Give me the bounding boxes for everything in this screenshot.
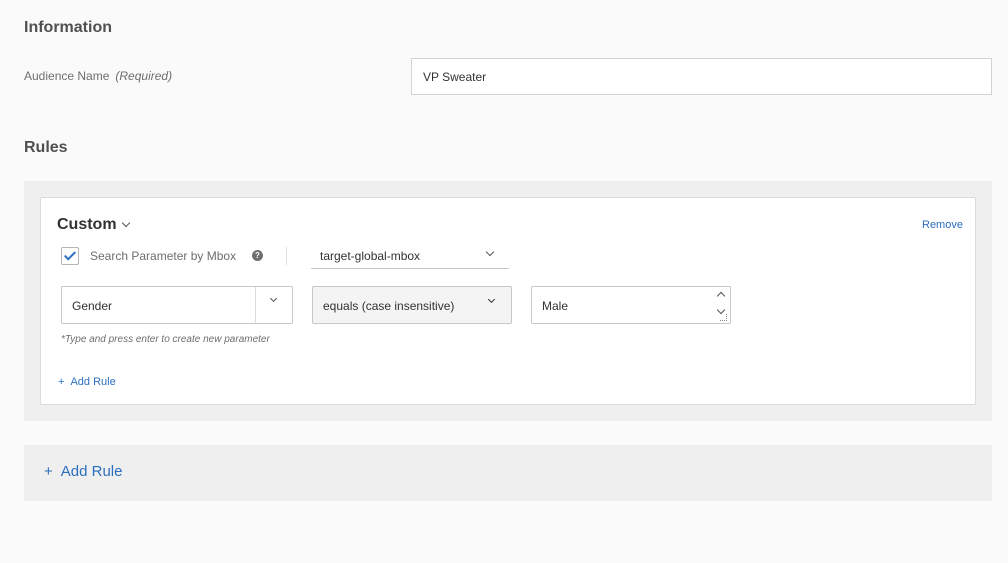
rule-type-label: Custom [57,216,117,233]
chevron-down-icon [487,295,496,304]
search-by-mbox-label: Search Parameter by Mbox [90,249,237,263]
value-spinner[interactable] [715,289,727,321]
rules-heading: Rules [24,139,68,156]
parameter-dropdown-button[interactable] [255,287,292,323]
resize-handle-icon[interactable] [720,314,727,321]
add-rule-link[interactable]: + Add Rule [58,376,116,388]
add-rule-button[interactable]: + Add Rule [44,463,122,480]
add-rule-link-label: Add Rule [70,376,116,388]
chevron-up-icon[interactable] [716,291,726,301]
operator-value: equals (case insensitive) [323,299,455,313]
audience-name-label-text: Audience Name [24,69,110,83]
parameter-hint: *Type and press enter to create new para… [61,334,270,345]
chevron-down-icon [269,294,278,303]
mbox-select-value: target-global-mbox [320,249,421,263]
match-value-field[interactable]: Male [531,286,731,324]
audience-name-label: Audience Name (Required) [24,69,172,83]
plus-icon: + [44,463,53,480]
match-value: Male [542,299,569,313]
parameter-combobox[interactable]: Gender [61,286,293,324]
remove-rule-link[interactable]: Remove [922,219,963,231]
chevron-down-icon [121,218,130,228]
divider [286,247,287,265]
rule-type-dropdown[interactable]: Custom [57,216,130,234]
search-by-mbox-checkbox[interactable] [61,247,79,265]
help-icon[interactable]: ? [252,250,263,261]
add-rule-panel[interactable] [24,445,992,501]
operator-select[interactable]: equals (case insensitive) [312,286,512,324]
add-rule-button-label: Add Rule [60,463,123,480]
chevron-down-icon[interactable] [716,305,726,315]
information-heading: Information [24,19,112,36]
plus-icon: + [58,376,65,388]
parameter-value: Gender [72,299,113,313]
audience-name-input[interactable] [411,58,992,95]
mbox-select[interactable]: target-global-mbox [311,244,509,269]
required-indicator: (Required) [115,69,173,83]
chevron-down-icon [485,247,495,257]
checkmark-icon [63,248,77,261]
